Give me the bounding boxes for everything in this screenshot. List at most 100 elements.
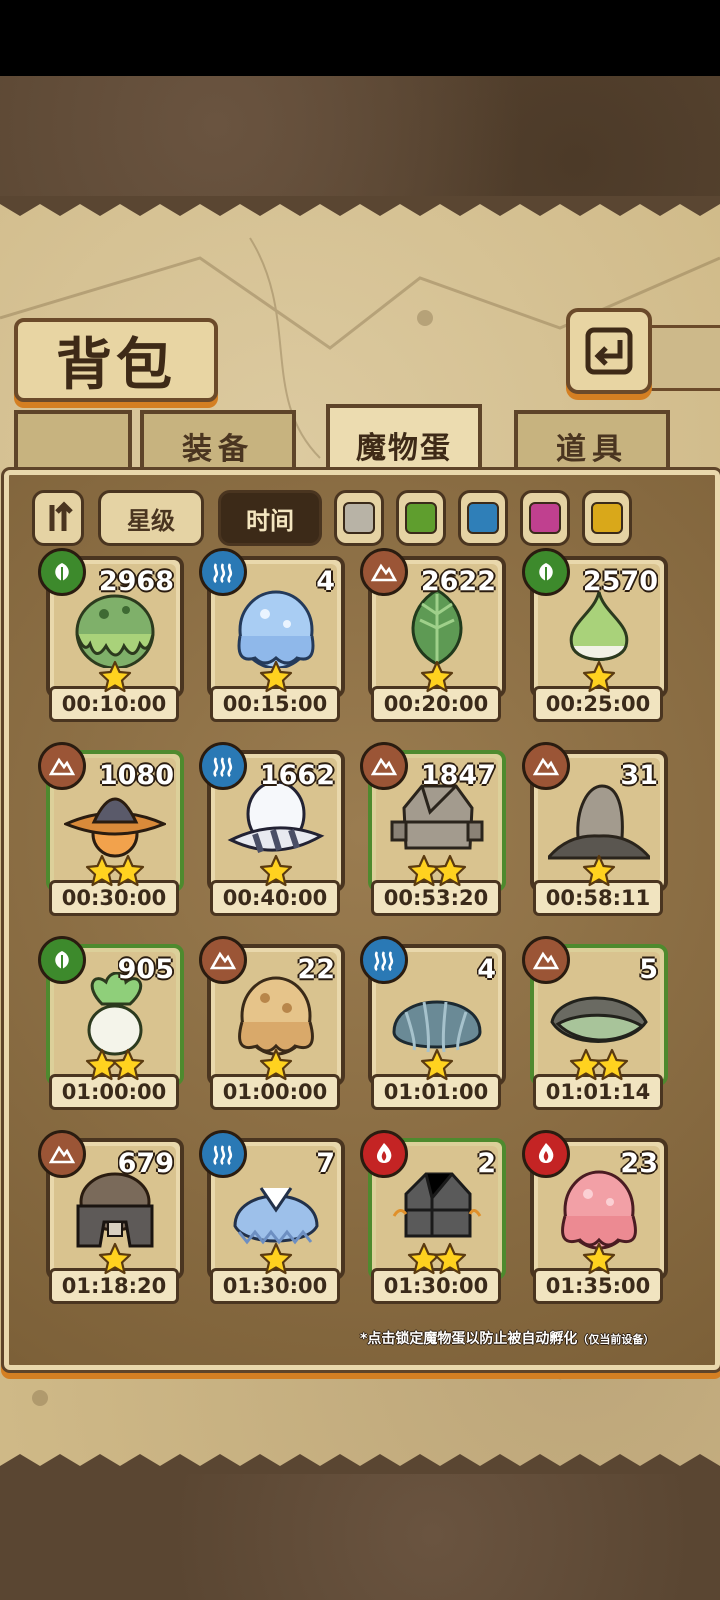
star-icon (259, 854, 293, 892)
star-icon (582, 1242, 616, 1280)
star-rating (534, 1048, 664, 1086)
star-rating (372, 1048, 502, 1086)
star-icon (595, 1048, 629, 1086)
sort-by-star-button[interactable]: 星级 (98, 490, 204, 546)
star-rating (372, 1242, 502, 1280)
star-rating (211, 1048, 341, 1086)
star-rating (372, 660, 502, 698)
lock-hint-sub: （仅当前设备） (577, 1333, 655, 1346)
star-icon (420, 660, 454, 698)
lock-hint-text: *点击锁定魔物蛋以防止被自动孵化（仅当前设备） (360, 1328, 654, 1348)
page-title-plate: 背包 (14, 318, 218, 402)
sort-by-star-label: 星级 (127, 506, 175, 535)
lock-hint-main: *点击锁定魔物蛋以防止被自动孵化 (360, 1331, 578, 1347)
grey-swatch (343, 502, 375, 534)
star-icon (259, 660, 293, 698)
star-rating (211, 660, 341, 698)
tab-monster-eggs-label: 魔物蛋 (356, 431, 452, 466)
purple-swatch (529, 502, 561, 534)
star-icon (259, 1048, 293, 1086)
tab-equipment-label: 装备 (182, 432, 254, 467)
earth-element-icon (38, 1130, 86, 1178)
egg-count: 2622 (420, 566, 496, 597)
egg-count: 7 (316, 1148, 335, 1179)
filter-green-button[interactable] (396, 490, 446, 546)
egg-count: 4 (477, 954, 496, 985)
filter-grey-button[interactable] (334, 490, 384, 546)
fire-element-icon (522, 1130, 570, 1178)
star-icon (111, 1048, 145, 1086)
blue-swatch (467, 502, 499, 534)
star-icon (582, 660, 616, 698)
green-swatch (405, 502, 437, 534)
shell-egg-icon (392, 1000, 482, 1053)
earth-element-icon (360, 548, 408, 596)
star-rating (534, 1242, 664, 1280)
star-icon (111, 854, 145, 892)
earth-element-icon (38, 742, 86, 790)
egg-count: 1662 (259, 760, 335, 791)
filter-purple-button[interactable] (520, 490, 570, 546)
egg-count: 4 (316, 566, 335, 597)
water-element-icon (199, 1130, 247, 1178)
sort-toggle-icon (49, 501, 73, 531)
tab-items[interactable]: 道具 (514, 410, 670, 478)
star-icon (98, 660, 132, 698)
egg-count: 2968 (98, 566, 174, 597)
sort-order-button[interactable] (32, 490, 84, 546)
star-rating (534, 854, 664, 892)
sort-by-time-label: 时间 (246, 506, 294, 535)
star-rating (534, 660, 664, 698)
grass-element-icon (38, 936, 86, 984)
dark-rock-egg-icon (392, 1172, 482, 1238)
torn-edge-bottom (0, 1454, 720, 1474)
water-element-icon (360, 936, 408, 984)
leafy-shell-egg-icon (550, 996, 648, 1043)
egg-count: 31 (620, 760, 658, 791)
filter-blue-button[interactable] (458, 490, 508, 546)
torn-edge-top (0, 196, 720, 216)
earth-element-icon (522, 742, 570, 790)
star-rating (50, 660, 180, 698)
star-rating (50, 1048, 180, 1086)
blue-cloak-egg-icon (233, 1187, 319, 1245)
egg-count: 679 (117, 1148, 174, 1179)
water-element-icon (199, 742, 247, 790)
status-bar (0, 0, 720, 76)
egg-count: 23 (620, 1148, 658, 1179)
map-background-bottom (0, 1470, 720, 1600)
sort-by-time-button[interactable]: 时间 (218, 490, 322, 546)
blue-slime-egg-icon (237, 590, 315, 668)
egg-count: 1080 (98, 760, 174, 791)
star-icon (433, 854, 467, 892)
egg-count: 22 (297, 954, 335, 985)
star-icon (259, 1242, 293, 1280)
page-title: 背包 (56, 331, 176, 398)
star-rating (50, 1242, 180, 1280)
earth-element-icon (360, 742, 408, 790)
star-icon (98, 1242, 132, 1280)
star-rating (211, 1242, 341, 1280)
star-rating (50, 854, 180, 892)
fire-element-icon (360, 1130, 408, 1178)
gold-swatch (591, 502, 623, 534)
star-rating (372, 854, 502, 892)
grass-element-icon (522, 548, 570, 596)
egg-count: 1847 (420, 760, 496, 791)
star-icon (582, 854, 616, 892)
egg-count: 905 (117, 954, 174, 985)
water-element-icon (199, 548, 247, 596)
tab-items-label: 道具 (556, 432, 628, 467)
map-background-top (0, 76, 720, 198)
back-button-strip (640, 325, 720, 391)
earth-element-icon (522, 936, 570, 984)
star-icon (420, 1048, 454, 1086)
filter-gold-button[interactable] (582, 490, 632, 546)
star-icon (433, 1242, 467, 1280)
tab-equipment[interactable]: 装备 (140, 410, 296, 478)
back-arrow-icon (585, 327, 633, 375)
grass-element-icon (38, 548, 86, 596)
egg-count: 5 (639, 954, 658, 985)
back-button[interactable] (566, 308, 652, 394)
star-rating (211, 854, 341, 892)
